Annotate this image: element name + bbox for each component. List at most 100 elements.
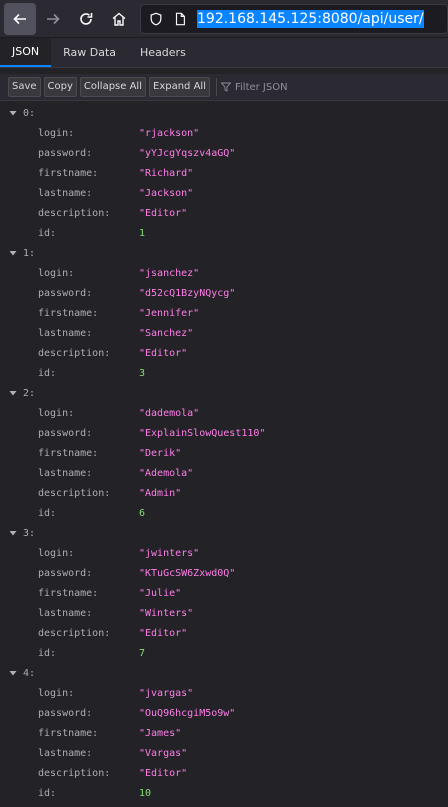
json-field-row: firstname: "Richard" (0, 163, 448, 183)
field-value: "Admin" (139, 487, 182, 499)
field-key: id: (38, 507, 57, 519)
back-button[interactable] (4, 2, 36, 35)
chevron-down-icon (9, 391, 17, 396)
object-index: 0: (23, 107, 36, 119)
json-field-row: description: "Admin" (0, 483, 448, 503)
field-key: id: (38, 367, 57, 379)
json-field-row: id: 3 (0, 363, 448, 383)
json-field-row: firstname: "James" (0, 723, 448, 743)
json-field-row: login: "jvargas" (0, 683, 448, 703)
expand-all-button[interactable]: Expand All (149, 77, 210, 97)
json-field-row: login: "jwinters" (0, 543, 448, 563)
field-key: lastname: (38, 747, 93, 759)
field-key: id: (38, 227, 57, 239)
field-value: "Sanchez" (139, 327, 194, 339)
collapse-all-button[interactable]: Collapse All (79, 77, 146, 97)
url-text[interactable]: 192.168.145.125:8080/api/user/ (197, 9, 424, 28)
json-field-row: password: "OuQ96hcgiM5o9w" (0, 703, 448, 723)
field-key: firstname: (38, 307, 99, 319)
field-key: id: (38, 787, 57, 799)
field-value: "Derik" (139, 447, 182, 459)
field-key: description: (38, 767, 111, 779)
tab-headers[interactable]: Headers (128, 38, 198, 67)
json-field-row: password: "ExplainSlowQuest110" (0, 423, 448, 443)
field-value: "Editor" (139, 347, 188, 359)
filter-icon (220, 82, 231, 92)
json-field-row: password: "KTuGcSW6Zxwd0Q" (0, 563, 448, 583)
divider (215, 78, 217, 96)
json-field-row: id: 1 (0, 223, 448, 243)
json-field-row: lastname: "Ademola" (0, 463, 448, 483)
field-value: "Julie" (139, 587, 182, 599)
json-field-row: lastname: "Sanchez" (0, 323, 448, 343)
reload-icon (80, 12, 93, 25)
field-value: "Editor" (139, 767, 188, 779)
home-button[interactable] (103, 3, 135, 35)
field-key: id: (38, 647, 57, 659)
browser-toolbar: 192.168.145.125:8080/api/user/ (0, 0, 448, 38)
object-index: 4: (23, 667, 36, 679)
field-value: "jsanchez" (139, 267, 200, 279)
field-value: "Jennifer" (139, 307, 200, 319)
copy-button[interactable]: Copy (43, 77, 77, 97)
field-key: description: (38, 347, 111, 359)
field-key: lastname: (38, 467, 93, 479)
field-value: "yYJcgYqszv4aGQ" (139, 147, 236, 159)
field-value: "Ademola" (139, 467, 194, 479)
chevron-down-icon (9, 251, 17, 256)
page-icon[interactable] (173, 12, 187, 26)
field-key: login: (38, 127, 75, 139)
json-field-row: description: "Editor" (0, 763, 448, 783)
field-value: 7 (139, 647, 146, 659)
field-key: description: (38, 627, 111, 639)
field-value: "OuQ96hcgiM5o9w" (139, 707, 236, 719)
field-key: login: (38, 687, 75, 699)
field-value: "d52cQ1BzyNQycg" (139, 287, 236, 299)
field-value: 6 (139, 507, 146, 519)
field-value: "jwinters" (139, 547, 200, 559)
json-field-row: description: "Editor" (0, 203, 448, 223)
field-key: password: (38, 567, 93, 579)
json-field-row: login: "dademola" (0, 403, 448, 423)
field-key: firstname: (38, 587, 99, 599)
reload-button[interactable] (70, 3, 102, 35)
json-object-toggle[interactable]: 4: (0, 663, 448, 683)
object-index: 1: (23, 247, 36, 259)
json-object-toggle[interactable]: 2: (0, 383, 448, 403)
json-field-row: password: "d52cQ1BzyNQycg" (0, 283, 448, 303)
json-field-row: password: "yYJcgYqszv4aGQ" (0, 143, 448, 163)
field-key: password: (38, 427, 93, 439)
arrow-left-icon (13, 13, 26, 24)
arrow-right-icon (47, 13, 60, 24)
tab-json[interactable]: JSON (0, 38, 52, 67)
json-object-toggle[interactable]: 3: (0, 523, 448, 543)
field-key: login: (38, 407, 75, 419)
field-value: "Jackson" (139, 187, 194, 199)
json-field-row: id: 10 (0, 783, 448, 803)
json-field-row: lastname: "Vargas" (0, 743, 448, 763)
url-bar[interactable]: 192.168.145.125:8080/api/user/ (140, 3, 448, 34)
field-value: 3 (139, 367, 146, 379)
object-index: 3: (23, 527, 36, 539)
json-field-row: id: 6 (0, 503, 448, 523)
json-field-row: description: "Editor" (0, 623, 448, 643)
save-button[interactable]: Save (8, 77, 41, 97)
viewer-tabs: JSON Raw Data Headers (0, 38, 448, 68)
chevron-down-icon (9, 671, 17, 676)
field-key: firstname: (38, 447, 99, 459)
shield-icon[interactable] (149, 12, 163, 26)
field-key: firstname: (38, 167, 99, 179)
field-value: "jvargas" (139, 687, 194, 699)
field-key: login: (38, 547, 75, 559)
field-value: "ExplainSlowQuest110" (139, 427, 266, 439)
tab-raw-data[interactable]: Raw Data (51, 38, 128, 67)
chevron-down-icon (9, 531, 17, 536)
json-field-row: firstname: "Derik" (0, 443, 448, 463)
field-value: "Editor" (139, 627, 188, 639)
json-field-row: lastname: "Jackson" (0, 183, 448, 203)
field-key: password: (38, 707, 93, 719)
filter-json-input[interactable]: Filter JSON (220, 82, 288, 93)
json-object-toggle[interactable]: 0: (0, 103, 448, 123)
json-object-toggle[interactable]: 1: (0, 243, 448, 263)
forward-button[interactable] (37, 3, 69, 35)
